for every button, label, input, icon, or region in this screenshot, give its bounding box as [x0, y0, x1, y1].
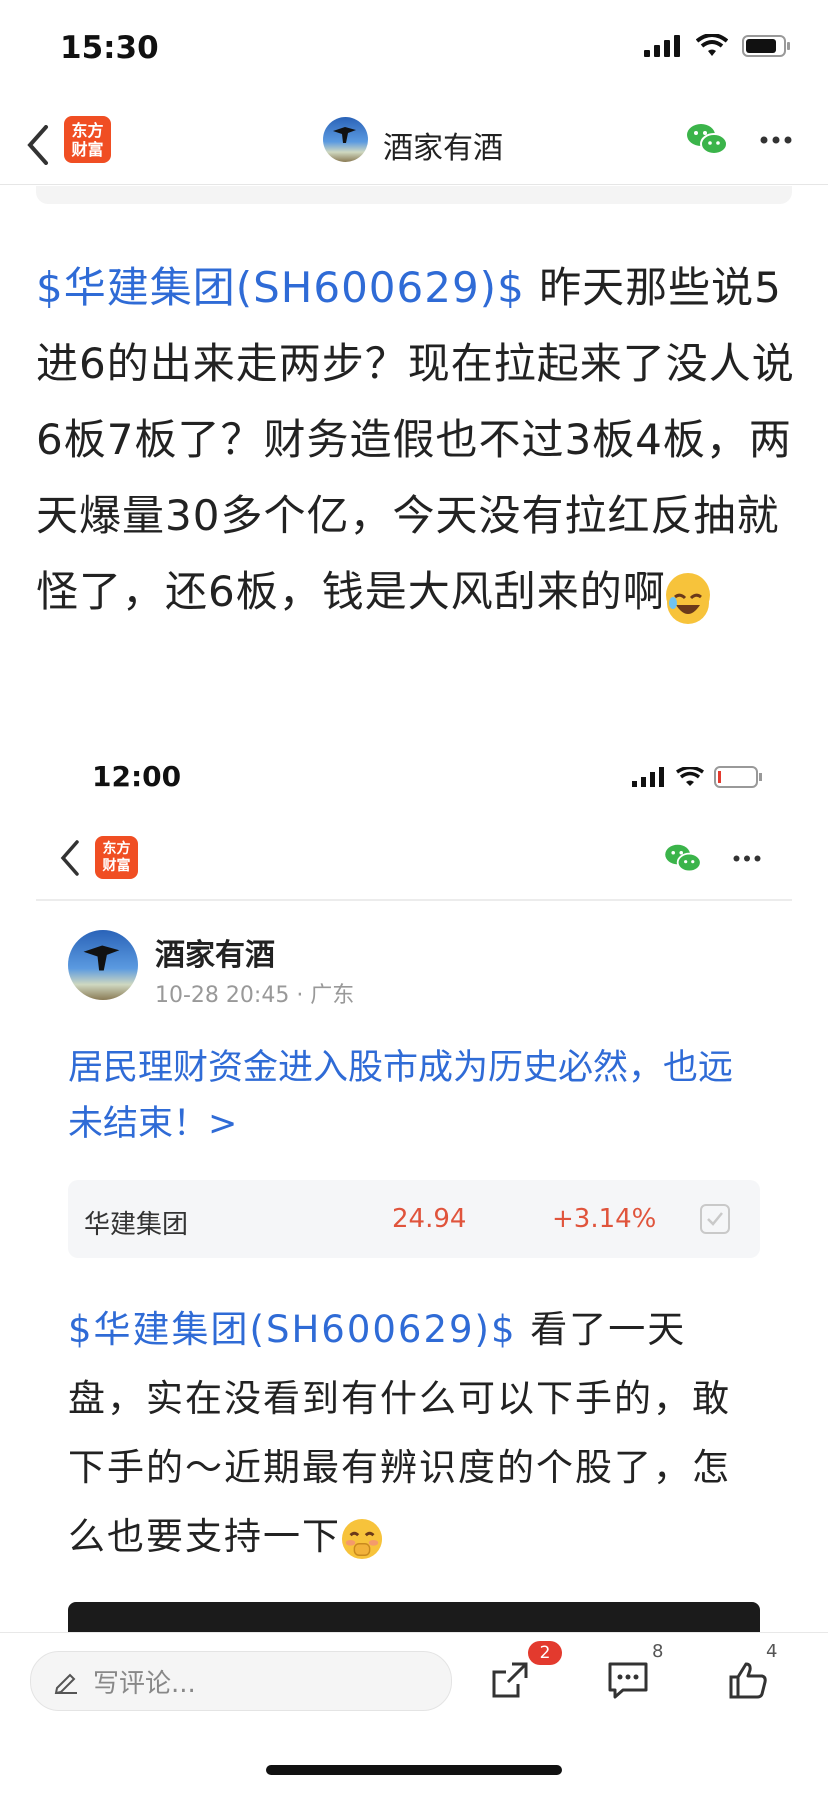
logo-line1: 东方 [102, 840, 131, 857]
battery-low-icon [714, 766, 762, 788]
comment-placeholder: 写评论... [93, 1668, 196, 1699]
post-body: $华建集团(SH600629)$ 昨天那些说5进6的出来走两步？现在拉起来了没人… [36, 250, 796, 630]
laughing-emoji-icon [665, 572, 710, 624]
stock-name: 华建集团 [84, 1210, 189, 1240]
logo-line2: 财富 [71, 139, 104, 159]
top-navbar: 东方 财富 酒家有酒 [0, 105, 828, 185]
screenshot-more-icon [733, 855, 761, 862]
screenshot-wechat-icon [665, 844, 702, 873]
back-arrow-icon[interactable] [26, 125, 50, 165]
post-text: 昨天那些说5进6的出来走两步？现在拉起来了没人说6板7板了？财务造假也不过3板4… [36, 263, 795, 616]
wechat-icon[interactable] [686, 122, 728, 158]
logo-line1: 东方 [71, 120, 104, 140]
comment-button[interactable] [598, 1653, 658, 1707]
share-badge: 2 [528, 1641, 562, 1665]
battery-icon [742, 35, 790, 57]
author-avatar [68, 930, 138, 1000]
screenshot-dark-media [68, 1602, 760, 1632]
status-icons [644, 34, 792, 58]
nav-divider [0, 184, 828, 185]
stock-change: +3.14% [552, 1204, 657, 1234]
screenshot-app-logo: 东方 财富 [95, 836, 138, 879]
checkbox-icon [700, 1204, 730, 1234]
nav-title: 酒家有酒 [383, 131, 503, 166]
share-icon [492, 1662, 528, 1698]
edit-icon [54, 1673, 77, 1694]
comment-icon [608, 1662, 648, 1699]
author-meta: 10-28 20:45 · 广东 [155, 983, 355, 1008]
stock-tag-link: $华建集团(SH600629)$ [68, 1308, 517, 1351]
logo-line2: 财富 [102, 857, 131, 874]
comment-count: 8 [652, 1641, 664, 1662]
stock-price: 24.94 [392, 1204, 467, 1234]
home-indicator [266, 1765, 562, 1775]
screenshot-back-arrow-icon [60, 840, 79, 876]
bird-silhouette-icon [333, 127, 356, 143]
bird-silhouette-icon [83, 945, 120, 971]
screenshot-nav-divider [36, 899, 792, 901]
shy-emoji-icon [341, 1518, 383, 1559]
stock-tag-link[interactable]: $华建集团(SH600629)$ [36, 263, 525, 312]
comment-input[interactable]: 写评论... [30, 1651, 452, 1711]
wifi-icon [676, 767, 704, 786]
like-icon [729, 1662, 767, 1699]
wifi-icon [696, 34, 728, 56]
signal-icon [644, 35, 680, 57]
like-count: 4 [766, 1641, 778, 1662]
screenshot-status-time: 12:00 [92, 760, 182, 793]
more-icon[interactable] [760, 136, 792, 144]
previous-card-edge [36, 186, 792, 204]
post-headline-link: 居民理财资金进入股市成为历史必然，也远未结束！> [68, 1048, 734, 1144]
author-name: 酒家有酒 [155, 938, 275, 973]
nav-avatar[interactable] [323, 117, 368, 162]
screenshot-post-body: $华建集团(SH600629)$ 看了一天盘，实在没看到有什么可以下手的，敢下手… [68, 1295, 760, 1571]
screenshot-status-icons [632, 766, 762, 788]
status-time: 15:30 [60, 30, 159, 66]
stock-quote-card: 华建集团 24.94 +3.14% [68, 1180, 760, 1258]
app-logo[interactable]: 东方 财富 [64, 116, 111, 163]
signal-icon [632, 767, 664, 787]
